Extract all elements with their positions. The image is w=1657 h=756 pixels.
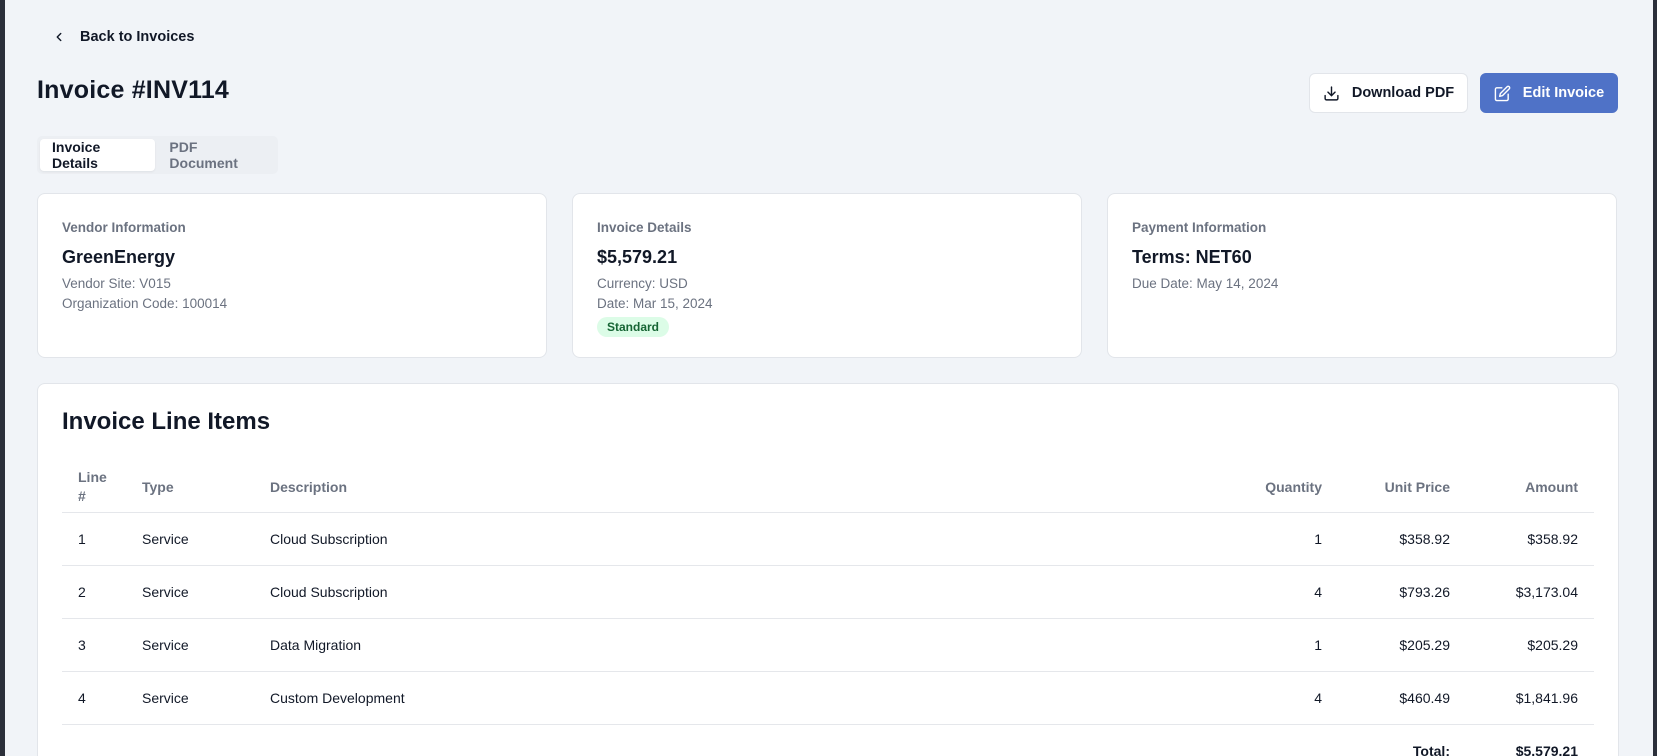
- cell-line: 2: [62, 565, 126, 619]
- cell-type: Service: [126, 671, 254, 725]
- table-row: 1 Service Cloud Subscription 1 $358.92 $…: [62, 512, 1594, 566]
- download-icon: [1323, 85, 1340, 102]
- tab-pdf-document[interactable]: PDF Document: [157, 139, 275, 171]
- cell-quantity: 1: [1208, 512, 1338, 566]
- page-title: Invoice #INV114: [37, 76, 230, 104]
- cell-unit-price: $460.49: [1338, 671, 1466, 725]
- cell-type: Service: [126, 512, 254, 566]
- column-header-amount: Amount: [1466, 462, 1594, 513]
- vendor-card-label: Vendor Information: [62, 220, 186, 235]
- cell-amount: $205.29: [1466, 618, 1594, 672]
- payment-information-card: Payment Information Terms: NET60 Due Dat…: [1107, 193, 1617, 358]
- download-pdf-label: Download PDF: [1351, 85, 1455, 101]
- total-label: Total:: [1412, 742, 1450, 756]
- cell-unit-price: $793.26: [1338, 565, 1466, 619]
- cell-amount: $358.92: [1466, 512, 1594, 566]
- tab-invoice-details[interactable]: Invoice Details: [40, 139, 156, 171]
- cell-amount: $1,841.96: [1466, 671, 1594, 725]
- invoice-currency: Currency: USD: [597, 276, 688, 291]
- organization-code: Organization Code: 100014: [62, 296, 228, 311]
- cell-description: Cloud Subscription: [254, 512, 1208, 566]
- view-tabs: Invoice Details PDF Document: [37, 136, 278, 174]
- invoice-card-label: Invoice Details: [597, 220, 692, 235]
- table-row: 3 Service Data Migration 1 $205.29 $205.…: [62, 618, 1594, 672]
- back-to-invoices-link[interactable]: Back to Invoices: [52, 26, 194, 48]
- cell-line: 1: [62, 512, 126, 566]
- invoice-date: Date: Mar 15, 2024: [597, 296, 713, 311]
- payment-terms: Terms: NET60: [1132, 247, 1252, 267]
- table-row: 2 Service Cloud Subscription 4 $793.26 $…: [62, 565, 1594, 619]
- column-header-unit-price: Unit Price: [1338, 462, 1466, 513]
- invoice-line-items-panel: Invoice Line Items Line # Type Descripti…: [37, 383, 1619, 756]
- cell-quantity: 1: [1208, 618, 1338, 672]
- cell-quantity: 4: [1208, 671, 1338, 725]
- edit-icon: [1494, 85, 1511, 102]
- vendor-information-card: Vendor Information GreenEnergy Vendor Si…: [37, 193, 547, 358]
- window-right-edge: [1653, 0, 1657, 756]
- download-pdf-button[interactable]: Download PDF: [1309, 73, 1468, 113]
- total-row: Total: $5,579.21: [62, 724, 1594, 756]
- column-header-description: Description: [254, 462, 1208, 513]
- column-header-quantity: Quantity: [1208, 462, 1338, 513]
- cell-amount: $3,173.04: [1466, 565, 1594, 619]
- payment-due-date: Due Date: May 14, 2024: [1132, 276, 1279, 291]
- column-header-type: Type: [126, 462, 254, 513]
- cell-description: Cloud Subscription: [254, 565, 1208, 619]
- cell-line: 4: [62, 671, 126, 725]
- window-left-edge: [0, 0, 5, 756]
- cell-line: 3: [62, 618, 126, 672]
- vendor-name: GreenEnergy: [62, 247, 176, 267]
- invoice-details-card: Invoice Details $5,579.21 Currency: USD …: [572, 193, 1082, 358]
- chevron-left-icon: [52, 30, 66, 44]
- line-items-table: Line # Type Description Quantity Unit Pr…: [62, 462, 1594, 756]
- invoice-type-badge: Standard: [597, 317, 670, 337]
- cell-type: Service: [126, 618, 254, 672]
- back-link-label: Back to Invoices: [80, 29, 195, 45]
- edit-invoice-button[interactable]: Edit Invoice: [1480, 73, 1618, 113]
- cell-quantity: 4: [1208, 565, 1338, 619]
- column-header-line: Line #: [62, 462, 126, 513]
- cell-unit-price: $205.29: [1338, 618, 1466, 672]
- table-row: 4 Service Custom Development 4 $460.49 $…: [62, 671, 1594, 725]
- line-items-title: Invoice Line Items: [62, 408, 271, 435]
- vendor-site: Vendor Site: V015: [62, 276, 171, 291]
- edit-invoice-label: Edit Invoice: [1522, 85, 1605, 101]
- table-header-row: Line # Type Description Quantity Unit Pr…: [62, 462, 1594, 513]
- cell-description: Data Migration: [254, 618, 1208, 672]
- total-value: $5,579.21: [1515, 742, 1578, 756]
- cell-description: Custom Development: [254, 671, 1208, 725]
- cell-unit-price: $358.92: [1338, 512, 1466, 566]
- cell-type: Service: [126, 565, 254, 619]
- invoice-amount: $5,579.21: [597, 247, 678, 267]
- payment-card-label: Payment Information: [1132, 220, 1267, 235]
